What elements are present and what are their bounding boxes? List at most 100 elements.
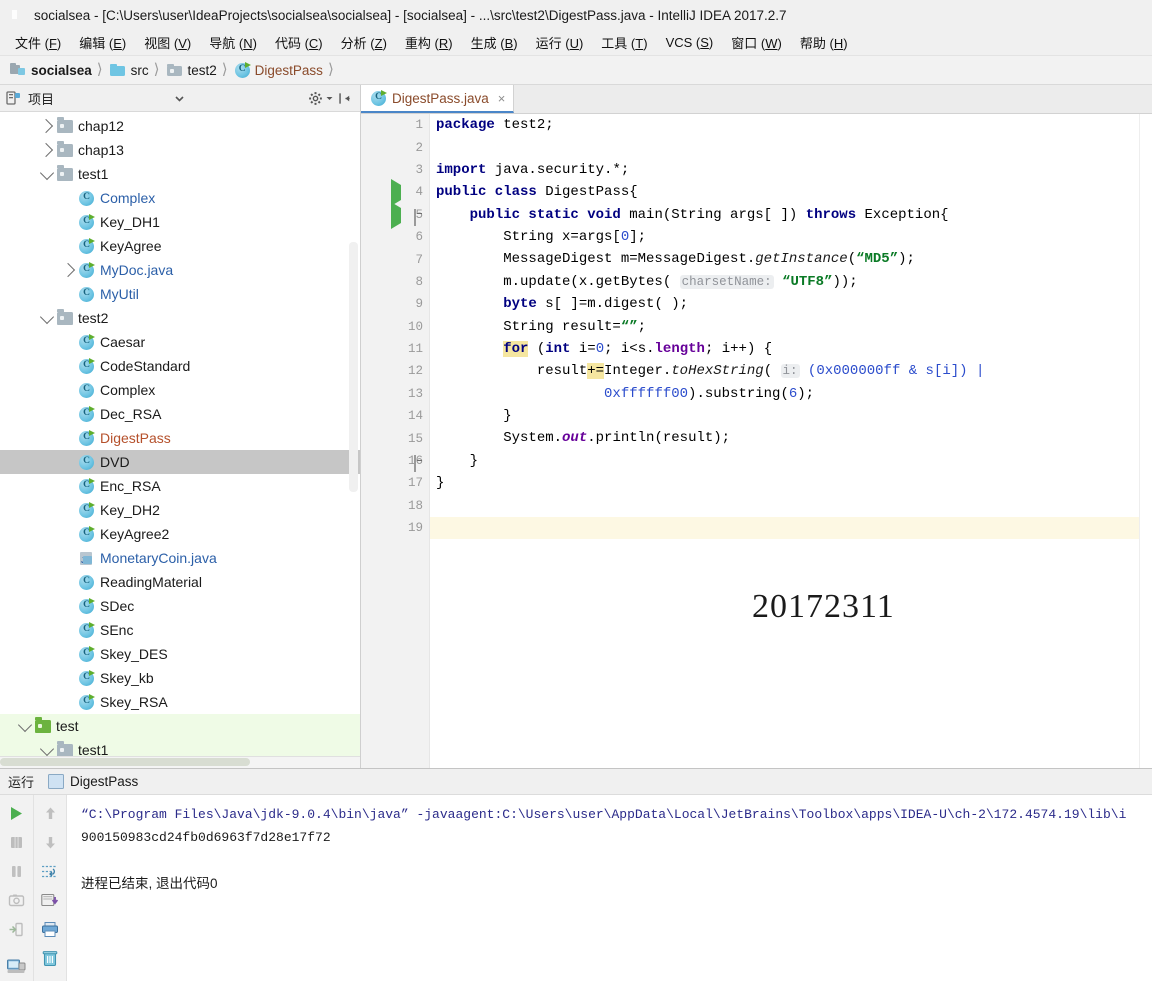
code-line-12[interactable]: result+=Integer.toHexString( i: (0x00000… bbox=[430, 360, 1152, 382]
code-fold-icon[interactable] bbox=[414, 455, 428, 472]
run-tab-label[interactable]: DigestPass bbox=[70, 774, 138, 789]
code-line-10[interactable]: String result=“”; bbox=[430, 316, 1152, 338]
code-line-15[interactable]: System.out.println(result); bbox=[430, 427, 1152, 449]
tree-node-key-dh2[interactable]: C Key_DH2 bbox=[0, 498, 360, 522]
menu-vcs[interactable]: VCS (S) bbox=[657, 33, 723, 52]
dump-threads-button[interactable] bbox=[4, 886, 30, 915]
breadcrumb-item-test2[interactable]: test2 bbox=[163, 56, 219, 84]
chevron-down-icon[interactable] bbox=[38, 306, 56, 330]
tree-node-test[interactable]: test bbox=[0, 714, 360, 738]
code-line-3[interactable]: import java.security.*; bbox=[430, 159, 1152, 181]
tree-node-myutil[interactable]: C MyUtil bbox=[0, 282, 360, 306]
chevron-down-icon[interactable] bbox=[38, 162, 56, 186]
tree-node-sdec[interactable]: C SDec bbox=[0, 594, 360, 618]
run-gutter-icon[interactable] bbox=[391, 201, 405, 229]
tree-node-chap13[interactable]: chap13 bbox=[0, 138, 360, 162]
breadcrumb-item-src[interactable]: src bbox=[106, 56, 151, 84]
menu-analyze[interactable]: 分析 (Z) bbox=[332, 31, 396, 54]
tree-node-test1[interactable]: test1 bbox=[0, 738, 360, 756]
editor-tab-digestpass[interactable]: C DigestPass.java × bbox=[361, 85, 515, 113]
project-tree[interactable]: chap12 chap13 test1 C Complex C Key_DH1 C KeyAgr… bbox=[0, 112, 360, 756]
tree-node-readingmaterial[interactable]: C ReadingMaterial bbox=[0, 570, 360, 594]
pause-button[interactable] bbox=[4, 857, 30, 886]
chevron-right-icon[interactable] bbox=[38, 138, 56, 162]
code-line-13[interactable]: 0xffffff00).substring(6); bbox=[430, 383, 1152, 405]
chevron-down-icon[interactable] bbox=[16, 714, 34, 738]
tree-node-complex[interactable]: C Complex bbox=[0, 186, 360, 210]
tree-node-caesar[interactable]: C Caesar bbox=[0, 330, 360, 354]
tree-node-dec-rsa[interactable]: C Dec_RSA bbox=[0, 402, 360, 426]
code-line-19[interactable] bbox=[430, 517, 1152, 540]
menu-view[interactable]: 视图 (V) bbox=[135, 31, 200, 54]
tree-node-keyagree[interactable]: C KeyAgree bbox=[0, 234, 360, 258]
run-gutter-icon[interactable] bbox=[391, 179, 405, 207]
code-fold-icon[interactable] bbox=[414, 208, 428, 226]
code-line-9[interactable]: byte s[ ]=m.digest( ); bbox=[430, 293, 1152, 315]
console-output[interactable]: “C:\Program Files\Java\jdk-9.0.4\bin\jav… bbox=[67, 795, 1152, 981]
scroll-up-button[interactable] bbox=[37, 799, 63, 828]
code-line-6[interactable]: String x=args[0]; bbox=[430, 226, 1152, 248]
tree-node-test1[interactable]: test1 bbox=[0, 162, 360, 186]
tree-node-mydoc-java[interactable]: C MyDoc.java bbox=[0, 258, 360, 282]
tree-node-skey-kb[interactable]: C Skey_kb bbox=[0, 666, 360, 690]
tree-node-enc-rsa[interactable]: C Enc_RSA bbox=[0, 474, 360, 498]
menu-edit[interactable]: 编辑 (E) bbox=[70, 31, 135, 54]
soft-wrap-button[interactable] bbox=[37, 857, 63, 886]
trash-icon[interactable] bbox=[37, 944, 63, 973]
console-button[interactable] bbox=[4, 952, 30, 981]
tree-node-chap12[interactable]: chap12 bbox=[0, 114, 360, 138]
code-line-17[interactable]: } bbox=[430, 472, 1152, 494]
print-button[interactable] bbox=[37, 915, 63, 944]
chevron-down-icon[interactable] bbox=[169, 88, 189, 108]
rerun-button[interactable] bbox=[4, 799, 30, 828]
code-line-14[interactable]: } bbox=[430, 405, 1152, 427]
dropdown-arrow-icon[interactable] bbox=[325, 88, 334, 108]
scroll-down-button[interactable] bbox=[37, 828, 63, 857]
menu-build[interactable]: 生成 (B) bbox=[462, 31, 527, 54]
tree-node-skey-des[interactable]: C Skey_DES bbox=[0, 642, 360, 666]
code-line-4[interactable]: public class DigestPass{ bbox=[430, 181, 1152, 203]
gear-icon[interactable] bbox=[305, 88, 325, 108]
tree-node-keyagree2[interactable]: C KeyAgree2 bbox=[0, 522, 360, 546]
tree-node-dvd[interactable]: C DVD bbox=[0, 450, 360, 474]
code-line-1[interactable]: package test2; bbox=[430, 114, 1152, 136]
chevron-right-icon[interactable] bbox=[38, 114, 56, 138]
menu-help[interactable]: 帮助 (H) bbox=[791, 31, 857, 54]
scrollbar-thumb[interactable] bbox=[0, 758, 250, 766]
code-line-2[interactable] bbox=[430, 136, 1152, 158]
code-line-8[interactable]: m.update(x.getBytes( charsetName: “UTF8”… bbox=[430, 271, 1152, 293]
tree-node-digestpass[interactable]: C DigestPass bbox=[0, 426, 360, 450]
export-button[interactable] bbox=[37, 886, 63, 915]
code-line-7[interactable]: MessageDigest m=MessageDigest.getInstanc… bbox=[430, 248, 1152, 270]
project-tree-horizontal-scrollbar[interactable] bbox=[0, 756, 360, 768]
menu-file[interactable]: 文件 (F) bbox=[6, 31, 70, 54]
tree-node-monetarycoin-java[interactable]: MonetaryCoin.java bbox=[0, 546, 360, 570]
stop-button[interactable] bbox=[4, 828, 30, 857]
menu-refactor[interactable]: 重构 (R) bbox=[396, 31, 462, 54]
project-tree-vertical-scrollbar[interactable] bbox=[349, 242, 358, 492]
code-line-16[interactable]: } bbox=[430, 450, 1152, 472]
code-editor[interactable]: package test2; import java.security.*; pu… bbox=[430, 114, 1152, 768]
chevron-right-icon[interactable] bbox=[60, 258, 78, 282]
close-icon[interactable]: × bbox=[498, 91, 506, 106]
exit-button[interactable] bbox=[4, 915, 30, 944]
hide-panel-icon[interactable] bbox=[334, 88, 354, 108]
menu-window[interactable]: 窗口 (W) bbox=[722, 31, 791, 54]
tree-node-test2[interactable]: test2 bbox=[0, 306, 360, 330]
tree-node-codestandard[interactable]: C CodeStandard bbox=[0, 354, 360, 378]
menu-tools[interactable]: 工具 (T) bbox=[592, 31, 656, 54]
editor-gutter[interactable]: 12345678910111213141516171819 bbox=[361, 114, 430, 768]
chevron-down-icon[interactable] bbox=[38, 738, 56, 756]
breadcrumb-item-socialsea[interactable]: socialsea bbox=[6, 56, 94, 84]
tree-node-skey-rsa[interactable]: C Skey_RSA bbox=[0, 690, 360, 714]
code-line-11[interactable]: for (int i=0; i<s.length; i++) { bbox=[430, 338, 1152, 360]
tree-node-key-dh1[interactable]: C Key_DH1 bbox=[0, 210, 360, 234]
tree-node-complex[interactable]: C Complex bbox=[0, 378, 360, 402]
code-line-18[interactable] bbox=[430, 495, 1152, 517]
tree-node-senc[interactable]: C SEnc bbox=[0, 618, 360, 642]
menu-run[interactable]: 运行 (U) bbox=[527, 31, 593, 54]
breadcrumb-item-digestpass[interactable]: C DigestPass bbox=[231, 56, 325, 84]
menu-code[interactable]: 代码 (C) bbox=[266, 31, 332, 54]
menu-navigate[interactable]: 导航 (N) bbox=[200, 31, 266, 54]
code-line-5[interactable]: public static void main(String args[ ]) … bbox=[430, 204, 1152, 226]
